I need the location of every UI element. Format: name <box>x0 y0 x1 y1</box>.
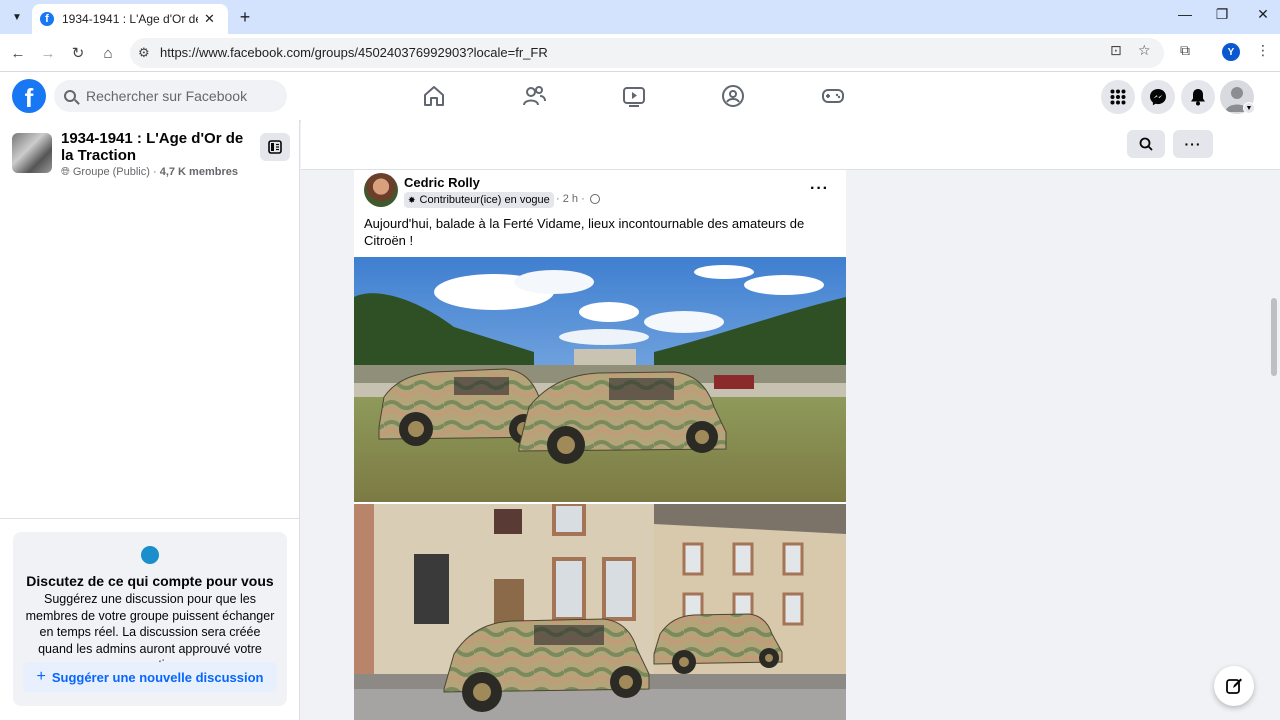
url-text[interactable]: https://www.facebook.com/groups/45024037… <box>160 45 548 60</box>
browser-toolbar: ← → ↻ ⌂ ⚙ https://www.facebook.com/group… <box>0 34 1280 72</box>
author-avatar[interactable] <box>364 173 398 207</box>
site-info-icon[interactable]: ⚙ <box>138 45 150 61</box>
messenger-icon[interactable] <box>1141 80 1175 114</box>
facebook-favicon-icon: f <box>40 12 54 26</box>
post-photo-chateau[interactable] <box>354 257 846 502</box>
logo-letter: f <box>24 83 34 113</box>
group-meta: 🌐︎ Groupe (Public) · 4,7 K membres <box>61 166 238 179</box>
group-action-bar: ··· <box>301 120 1280 170</box>
install-app-icon[interactable]: ⊡ <box>1110 42 1122 59</box>
back-icon[interactable]: ← <box>7 42 29 64</box>
more-dots-icon: ··· <box>1184 136 1202 152</box>
post-text: Aujourd'hui, balade à la Ferté Vidame, l… <box>364 216 805 248</box>
suggest-button-label: Suggérer une nouvelle discussion <box>51 669 264 685</box>
sidebar-divider <box>0 518 300 519</box>
address-bar[interactable]: ⚙ https://www.facebook.com/groups/450240… <box>130 38 1164 68</box>
bookmark-star-icon[interactable]: ☆ <box>1138 42 1151 59</box>
group-sidebar: 1934-1941 : L'Age d'Or de la Traction 🌐︎… <box>0 120 300 720</box>
facebook-header: f Rechercher sur Facebook ▼ <box>0 72 1280 120</box>
suggest-discussion-button[interactable]: + Suggérer une nouvelle discussion <box>23 662 277 692</box>
search-icon <box>64 90 76 102</box>
badge-star-icon: ✸ <box>408 194 416 205</box>
browser-profile-avatar[interactable]: Y <box>1222 43 1240 61</box>
contributor-badge[interactable]: ✸ Contributeur(ice) en vogue <box>404 192 554 208</box>
gaming-icon[interactable] <box>821 84 845 108</box>
group-title[interactable]: 1934-1941 : L'Age d'Or de la Traction <box>61 130 251 164</box>
plus-icon: + <box>36 668 46 685</box>
minimize-icon[interactable]: — <box>1173 6 1197 22</box>
compose-icon <box>1226 678 1242 694</box>
groups-icon[interactable] <box>721 84 745 108</box>
group-more-button[interactable]: ··· <box>1173 130 1213 158</box>
badge-label: Contributeur(ice) en vogue <box>419 194 550 206</box>
group-search-button[interactable] <box>1127 130 1165 158</box>
facebook-logo-icon[interactable]: f <box>12 79 46 113</box>
browser-menu-icon[interactable]: ⋮ <box>1256 42 1270 59</box>
tab-close-icon[interactable]: ✕ <box>204 11 215 27</box>
tab-title: 1934-1941 : L'Age d'Or de la Tr… <box>62 12 198 26</box>
window-close-icon[interactable]: ✕ <box>1251 6 1275 23</box>
post-options-icon[interactable]: ··· <box>810 180 829 198</box>
reload-icon[interactable]: ↻ <box>67 42 89 64</box>
sidebar-toggle-icon <box>268 140 282 154</box>
globe-icon: 🌐︎ <box>61 166 70 178</box>
notifications-icon[interactable] <box>1181 80 1215 114</box>
browser-tab[interactable]: f 1934-1941 : L'Age d'Or de la Tr… ✕ <box>32 4 228 34</box>
forward-icon[interactable]: → <box>37 42 59 64</box>
page-scrollbar[interactable] <box>1269 170 1280 720</box>
post-timestamp[interactable]: · 2 h · <box>556 193 600 205</box>
post-time-text: · 2 h · <box>556 193 585 205</box>
collapse-sidebar-button[interactable] <box>260 133 290 161</box>
friends-icon[interactable] <box>522 84 546 108</box>
scrollbar-thumb[interactable] <box>1271 298 1277 376</box>
public-globe-icon <box>589 194 600 204</box>
watch-icon[interactable] <box>622 84 646 108</box>
post-author[interactable]: Cedric Rolly <box>404 175 480 190</box>
account-chevron-icon[interactable]: ▼ <box>1243 102 1255 114</box>
new-tab-icon[interactable]: + <box>234 6 256 28</box>
search-input[interactable]: Rechercher sur Facebook <box>54 80 287 112</box>
extensions-icon[interactable]: ⧉ <box>1180 42 1190 59</box>
group-privacy: Groupe (Public) <box>72 166 150 178</box>
menu-grid-icon[interactable] <box>1101 80 1135 114</box>
group-members[interactable]: 4,7 K membres <box>160 166 238 178</box>
home-icon[interactable] <box>422 84 446 108</box>
chat-bubble-icon <box>141 546 159 564</box>
new-message-button[interactable] <box>1214 666 1254 706</box>
restore-icon[interactable]: ❐ <box>1210 6 1234 23</box>
home-browser-icon[interactable]: ⌂ <box>97 42 119 64</box>
meta-separator: · <box>149 166 160 178</box>
post-photo-village[interactable] <box>354 504 846 720</box>
suggest-discussion-card: Discutez de ce qui compte pour vous Sugg… <box>13 532 287 706</box>
search-placeholder: Rechercher sur Facebook <box>86 88 248 104</box>
tab-search-chevron-icon[interactable]: ▼ <box>6 6 28 28</box>
feed-post: Cedric Rolly ✸ Contributeur(ice) en vogu… <box>354 170 846 720</box>
suggest-heading: Discutez de ce qui compte pour vous <box>26 573 274 589</box>
browser-tab-bar: ▼ f 1934-1941 : L'Age d'Or de la Tr… ✕ +… <box>0 0 1280 34</box>
search-icon <box>1139 137 1153 151</box>
group-cover-thumbnail[interactable] <box>12 133 52 173</box>
